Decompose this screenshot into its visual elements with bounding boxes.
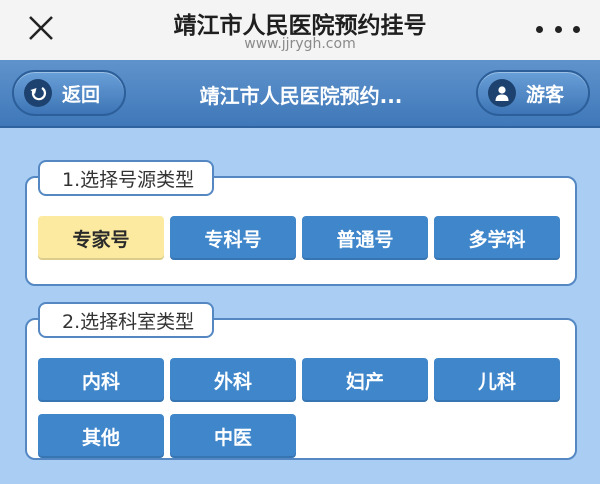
back-button[interactable]: 返回: [12, 70, 126, 116]
back-label: 返回: [62, 83, 101, 106]
source-option-specialty[interactable]: 专科号: [170, 216, 296, 260]
user-icon: [488, 79, 516, 107]
source-option-multidisciplinary[interactable]: 多学科: [434, 216, 560, 260]
browser-top-bar: 靖江市人民医院预约挂号 www.jjrygh.com: [0, 0, 600, 60]
dept-option-internal[interactable]: 内科: [38, 358, 164, 402]
app-header: 返回 靖江市人民医院预约... 游客: [0, 60, 600, 128]
dept-option-surgery[interactable]: 外科: [170, 358, 296, 402]
source-type-heading: 1.选择号源类型: [38, 160, 215, 196]
department-type-heading: 2.选择科室类型: [38, 302, 215, 338]
page-url: www.jjrygh.com: [244, 36, 356, 52]
window-title: 靖江市人民医院预约挂号: [173, 13, 427, 39]
source-option-general[interactable]: 普通号: [302, 216, 428, 260]
back-arrow-icon: [24, 79, 52, 107]
guest-button[interactable]: 游客: [476, 70, 590, 116]
guest-label: 游客: [526, 83, 565, 106]
dept-option-tcm[interactable]: 中医: [170, 414, 296, 458]
page-title: 靖江市人民医院预约...: [199, 84, 403, 108]
dept-option-pediatrics[interactable]: 儿科: [434, 358, 560, 402]
dept-option-other[interactable]: 其他: [38, 414, 164, 458]
more-menu-icon[interactable]: [536, 16, 580, 42]
dept-option-obstetrics[interactable]: 妇产: [302, 358, 428, 402]
source-option-expert[interactable]: 专家号: [38, 216, 164, 260]
